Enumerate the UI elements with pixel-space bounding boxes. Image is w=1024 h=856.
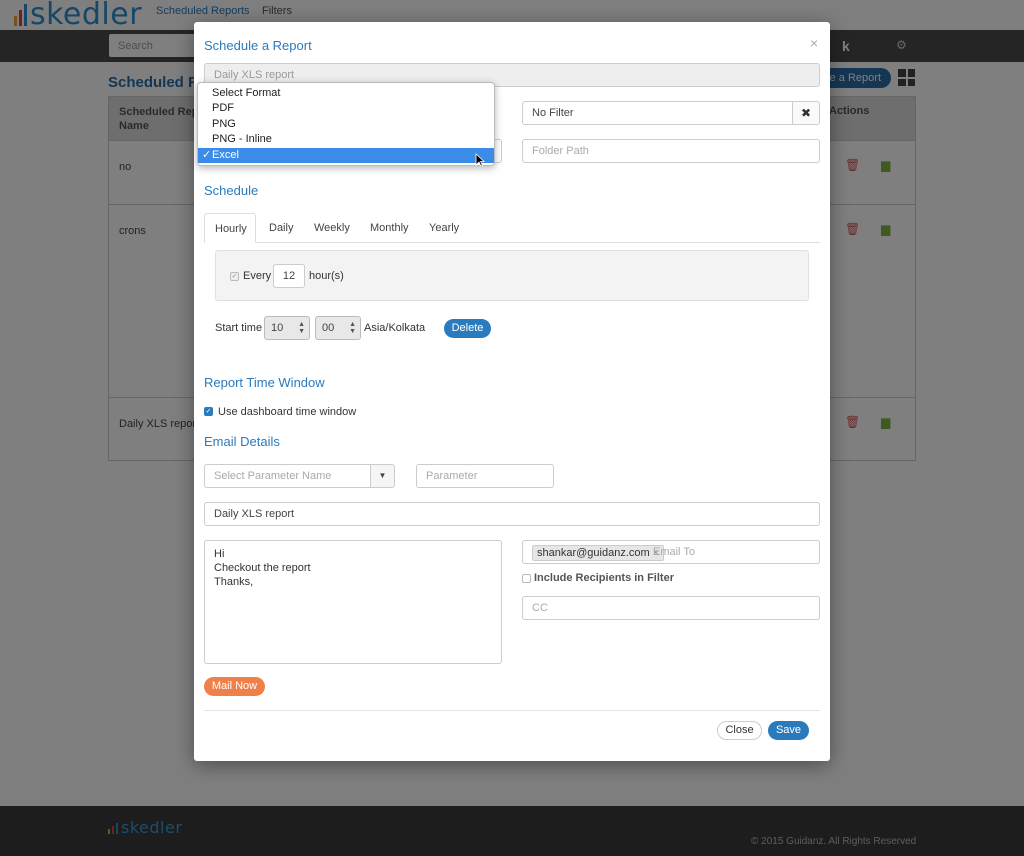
mail-now-button[interactable]: Mail Now: [204, 677, 265, 696]
include-recipients-checkbox[interactable]: [522, 574, 531, 583]
use-dashboard-checkbox[interactable]: ✓: [204, 407, 213, 416]
clear-filter-button[interactable]: ✖: [792, 101, 820, 125]
filter-select[interactable]: No Filter: [522, 101, 793, 125]
email-body-textarea[interactable]: Hi Checkout the report Thanks,: [204, 540, 502, 664]
hourly-panel: ✓ Every 12 hour(s): [215, 250, 809, 301]
report-time-window-title: Report Time Window: [204, 375, 325, 390]
modal-title: Schedule a Report: [204, 38, 312, 53]
email-subject-input[interactable]: Daily XLS report: [204, 502, 820, 526]
close-icon[interactable]: ×: [810, 35, 818, 51]
tab-weekly[interactable]: Weekly: [304, 213, 360, 243]
format-dropdown-menu: Select Format PDF PNG PNG - Inline ✓ Exc…: [197, 82, 495, 166]
save-button[interactable]: Save: [768, 721, 809, 740]
start-minute-select[interactable]: 00 ▲ ▼: [315, 316, 361, 340]
cc-input[interactable]: CC: [522, 596, 820, 620]
chevron-down-icon[interactable]: ▼: [370, 464, 395, 488]
tab-monthly[interactable]: Monthly: [360, 213, 419, 243]
email-to-input[interactable]: shankar@guidanz.com × Email To: [522, 540, 820, 564]
spinner-arrows-icon: ▲ ▼: [298, 321, 305, 335]
modal-divider: [204, 710, 820, 711]
folder-path-input[interactable]: Folder Path: [522, 139, 820, 163]
every-label: Every: [243, 270, 272, 282]
schedule-section-title: Schedule: [204, 183, 259, 198]
dropdown-option-png[interactable]: PNG: [198, 117, 494, 132]
start-time-label: Start time: [215, 322, 263, 334]
close-button[interactable]: Close: [717, 721, 762, 740]
timezone-label: Asia/Kolkata: [364, 322, 426, 334]
tab-yearly[interactable]: Yearly: [419, 213, 469, 243]
mouse-cursor-icon: [475, 153, 485, 167]
every-hours-input[interactable]: 12: [273, 264, 305, 288]
delete-button[interactable]: Delete: [444, 319, 491, 338]
dropdown-option-select-format[interactable]: Select Format: [198, 86, 494, 101]
include-recipients-label: Include Recipients in Filter: [534, 572, 674, 584]
start-hour-select[interactable]: 10 ▲ ▼: [264, 316, 310, 340]
dropdown-option-pdf[interactable]: PDF: [198, 101, 494, 116]
every-checkbox[interactable]: ✓: [230, 272, 239, 281]
dropdown-option-png-inline[interactable]: PNG - Inline: [198, 132, 494, 147]
spinner-arrows-icon: ▲ ▼: [349, 321, 356, 335]
parameter-input[interactable]: Parameter: [416, 464, 554, 488]
schedule-tabs: Hourly Daily Weekly Monthly Yearly: [204, 213, 820, 243]
checkmark-icon: ✓: [202, 149, 212, 161]
recipient-tag: shankar@guidanz.com ×: [532, 545, 665, 561]
use-dashboard-label: Use dashboard time window: [218, 406, 357, 418]
email-to-placeholder: Email To: [653, 546, 695, 558]
tab-daily[interactable]: Daily: [259, 213, 303, 243]
hours-label: hour(s): [309, 270, 344, 282]
tab-hourly[interactable]: Hourly: [204, 213, 256, 243]
parameter-name-select[interactable]: Select Parameter Name: [204, 464, 371, 488]
dropdown-option-excel[interactable]: ✓ Excel: [198, 148, 494, 163]
email-section-title: Email Details: [204, 434, 280, 449]
